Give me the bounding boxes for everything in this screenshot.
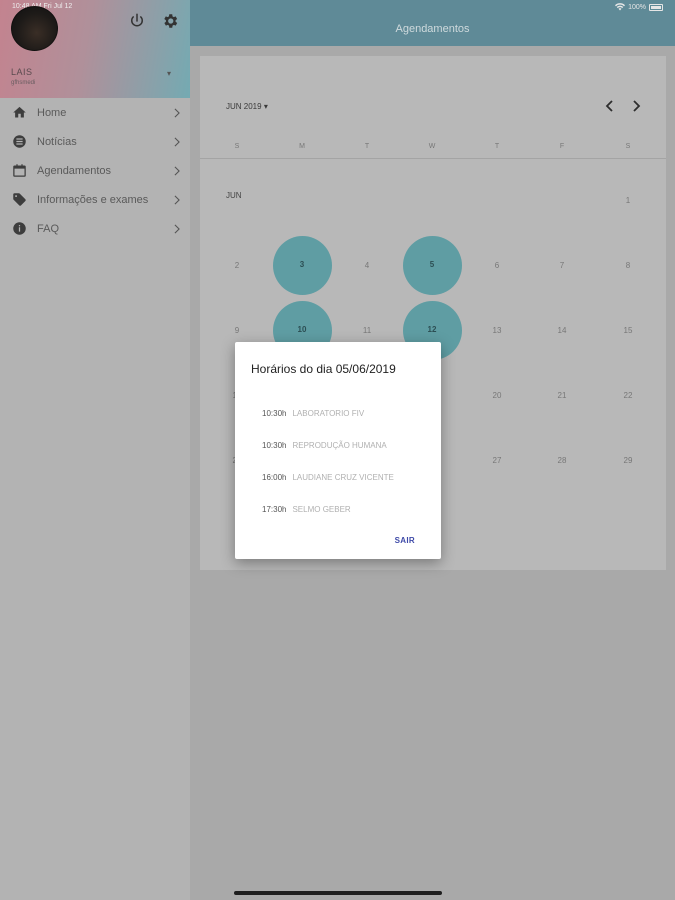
news-icon <box>13 135 26 148</box>
day-number: 12 <box>427 324 437 334</box>
account-dropdown-icon[interactable]: ▾ <box>167 69 171 78</box>
calendar-day[interactable]: 28 <box>552 456 572 465</box>
calendar-icon <box>13 164 26 177</box>
chevron-right-icon <box>174 223 180 234</box>
calendar-day[interactable]: 7 <box>552 261 572 270</box>
navigation-drawer: 10:48 AM Fri Jul 12 LAIS gfhsmedi ▾ Home… <box>0 0 190 900</box>
calendar-day[interactable]: 29 <box>618 456 638 465</box>
day-number: 3 <box>299 259 305 269</box>
calendar-day-highlighted[interactable]: 3 <box>272 235 332 295</box>
status-indicators: 100% <box>615 3 663 11</box>
menu-item-faq[interactable]: FAQ <box>0 214 190 243</box>
calendar-day[interactable]: 27 <box>487 456 507 465</box>
calendar-day-highlighted[interactable]: 5 <box>402 235 462 295</box>
user-name: LAIS <box>11 67 33 77</box>
calendar-day[interactable]: 1 <box>618 196 638 205</box>
weekday-header: T <box>494 143 500 150</box>
weekday-divider <box>200 158 666 159</box>
page-title: Agendamentos <box>395 23 470 35</box>
close-button[interactable]: SAIR <box>395 536 415 545</box>
chevron-right-icon <box>174 165 180 176</box>
chevron-right-icon <box>174 107 180 118</box>
home-icon <box>13 106 26 118</box>
calendar-day[interactable]: 9 <box>227 326 247 335</box>
appointment-name: LABORATORIO FIV <box>292 409 365 418</box>
weekday-header: S <box>234 143 240 150</box>
appointment-time: 17:30h <box>262 505 287 514</box>
drawer-menu: Home Notícias Agendamentos Informações e… <box>0 98 190 243</box>
next-month-button[interactable] <box>629 99 643 113</box>
chevron-right-icon <box>174 194 180 205</box>
month-label: JUN <box>226 191 242 200</box>
dialog-title: Horários do dia 05/06/2019 <box>251 362 396 376</box>
day-number: 5 <box>429 259 435 269</box>
appointment-name: LAUDIANE CRUZ VICENTE <box>292 473 394 482</box>
avatar[interactable] <box>11 6 58 51</box>
calendar-day[interactable]: 11 <box>357 326 377 335</box>
menu-item-noticias[interactable]: Notícias <box>0 127 190 156</box>
appointment-row: 10:30h REPRODUÇÃO HUMANA <box>262 441 387 450</box>
weekday-header: T <box>364 143 370 150</box>
calendar-day[interactable]: 20 <box>487 391 507 400</box>
appointment-row: 16:00h LAUDIANE CRUZ VICENTE <box>262 473 394 482</box>
info-icon <box>13 222 26 235</box>
weekday-header: S <box>625 143 631 150</box>
appointment-row: 10:30h LABORATORIO FIV <box>262 409 364 418</box>
appointment-time: 10:30h <box>262 441 287 450</box>
battery-icon <box>649 3 663 11</box>
calendar-day[interactable]: 21 <box>552 391 572 400</box>
calendar-day[interactable]: 13 <box>487 326 507 335</box>
calendar-day[interactable]: 22 <box>618 391 638 400</box>
user-subtitle: gfhsmedi <box>11 80 36 86</box>
appointment-time: 16:00h <box>262 473 287 482</box>
weekday-header: M <box>299 143 305 150</box>
calendar-day[interactable]: 6 <box>487 261 507 270</box>
drawer-header: 10:48 AM Fri Jul 12 LAIS gfhsmedi ▾ <box>0 0 190 98</box>
dropdown-arrow-icon: ▾ <box>263 102 268 111</box>
calendar-day[interactable]: 14 <box>552 326 572 335</box>
day-number: 10 <box>297 324 307 334</box>
appointment-name: SELMO GEBER <box>292 505 351 514</box>
appointment-name: REPRODUÇÃO HUMANA <box>292 441 387 450</box>
app-bar: 100% Agendamentos <box>190 0 675 46</box>
menu-label: Informações e exames <box>37 193 149 206</box>
home-indicator[interactable] <box>234 891 442 895</box>
calendar-day[interactable]: 15 <box>618 326 638 335</box>
battery-percent: 100% <box>628 3 646 11</box>
calendar-day[interactable]: 4 <box>357 261 377 270</box>
menu-item-home[interactable]: Home <box>0 98 190 127</box>
chevron-right-icon <box>174 136 180 147</box>
previous-month-button[interactable] <box>603 99 617 113</box>
power-icon[interactable] <box>128 12 146 30</box>
gear-icon[interactable] <box>161 12 179 30</box>
appointment-row: 17:30h SELMO GEBER <box>262 505 351 514</box>
month-year-label: JUN 2019 <box>226 102 262 111</box>
wifi-icon <box>615 3 626 11</box>
menu-label: Agendamentos <box>37 164 111 177</box>
weekday-header: F <box>559 143 565 150</box>
appointment-time: 10:30h <box>262 409 287 418</box>
menu-item-agendamentos[interactable]: Agendamentos <box>0 156 190 185</box>
calendar-day[interactable]: 2 <box>227 261 247 270</box>
month-year-dropdown[interactable]: JUN 2019 ▾ <box>226 102 268 111</box>
weekday-header: W <box>428 143 436 150</box>
menu-label: FAQ <box>37 222 60 235</box>
menu-label: Notícias <box>37 135 77 148</box>
calendar-day[interactable]: 8 <box>618 261 638 270</box>
menu-label: Home <box>37 106 67 119</box>
tag-icon <box>13 193 26 206</box>
menu-item-informacoes[interactable]: Informações e exames <box>0 185 190 214</box>
appointments-dialog: Horários do dia 05/06/2019 SAIR 10:30h LA… <box>235 342 441 559</box>
